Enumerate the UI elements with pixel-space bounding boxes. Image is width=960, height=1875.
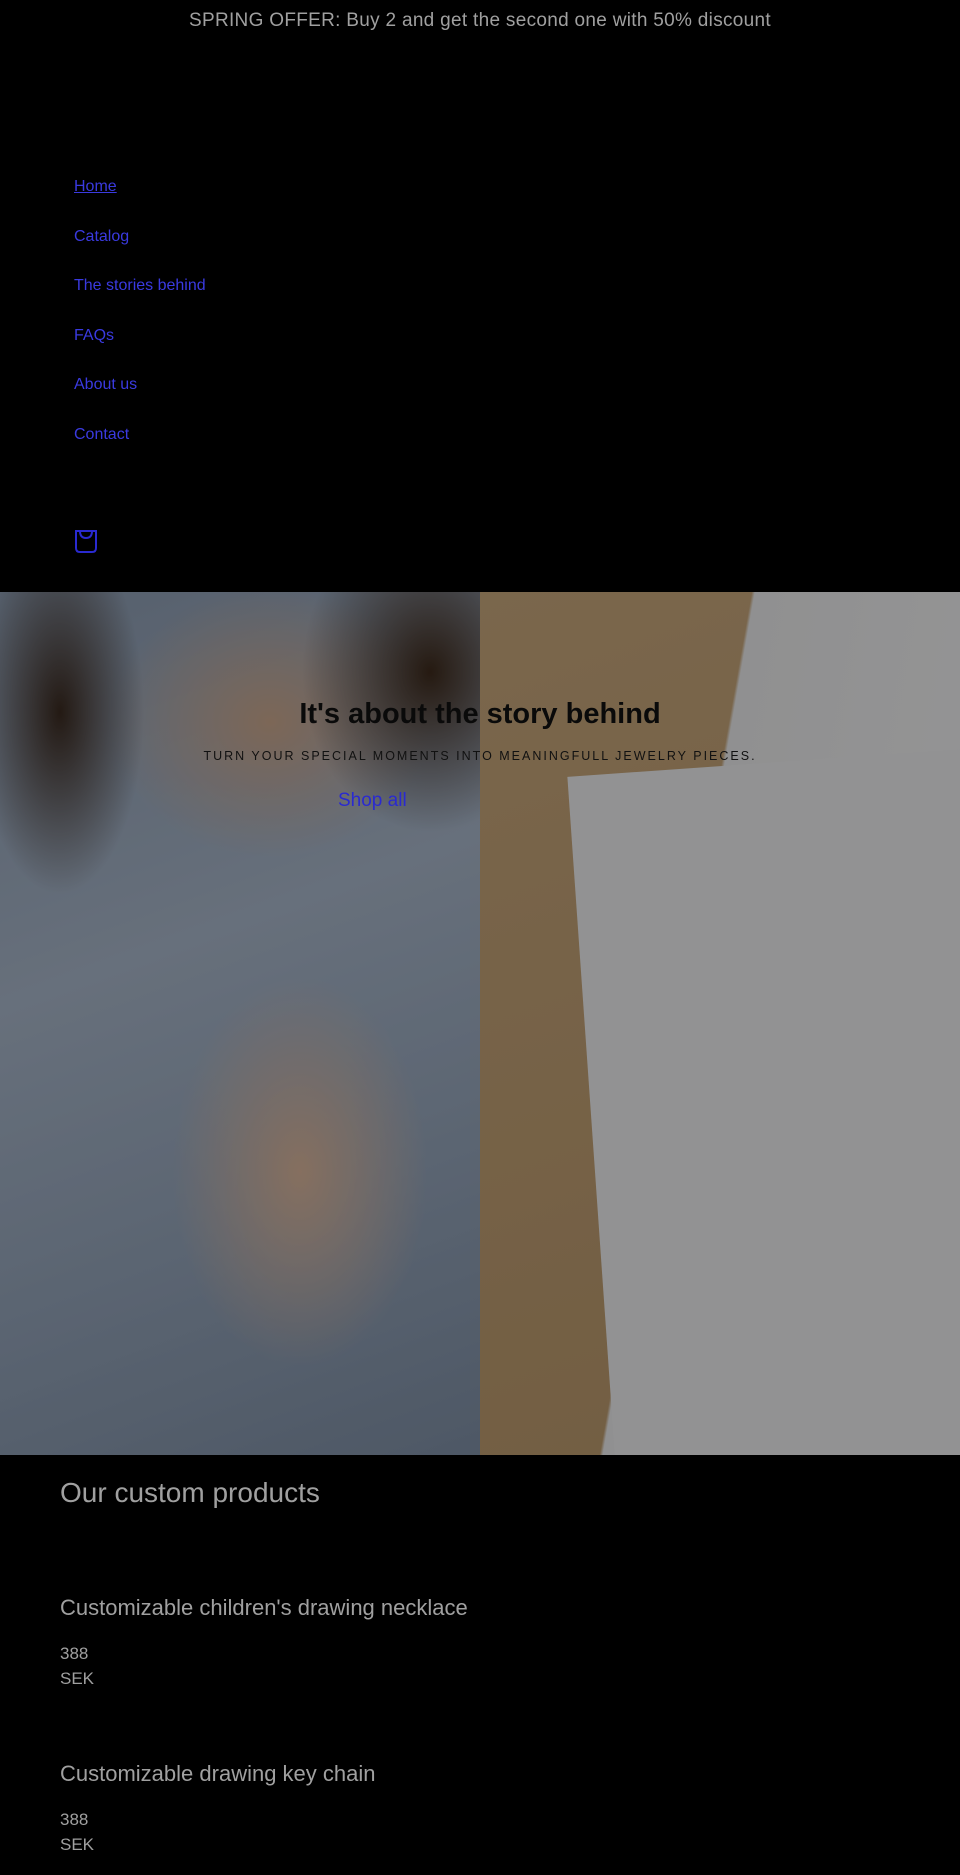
main-nav: Home Catalog The stories behind FAQs Abo… [74, 178, 206, 475]
products-section-title: Our custom products [60, 1477, 320, 1508]
product-card[interactable]: Customizable drawing key chain 388 SEK [60, 1761, 376, 1857]
shopping-bag-icon [75, 530, 97, 553]
nav-contact[interactable]: Contact [74, 426, 129, 443]
product-currency: SEK [60, 1835, 95, 1854]
announcement-bar: SPRING OFFER: Buy 2 and get the second o… [189, 10, 771, 31]
product-name[interactable]: Customizable children's drawing necklace [60, 1595, 468, 1621]
shop-all-link[interactable]: Shop all [338, 790, 407, 812]
nav-faqs[interactable]: FAQs [74, 327, 114, 344]
nav-catalog[interactable]: Catalog [74, 228, 129, 245]
nav-stories[interactable]: The stories behind [74, 277, 206, 294]
hero-subtitle: TURN YOUR SPECIAL MOMENTS INTO MEANINGFU… [203, 749, 757, 763]
product-name[interactable]: Customizable drawing key chain [60, 1761, 376, 1787]
nav-about[interactable]: About us [74, 376, 137, 393]
nav-home[interactable]: Home [74, 178, 117, 195]
product-card[interactable]: Customizable children's drawing necklace… [60, 1595, 468, 1691]
product-price: 388 [60, 1644, 89, 1663]
product-price: 388 [60, 1810, 89, 1829]
hero-title: It's about the story behind [299, 698, 661, 730]
hero-banner: It's about the story behind TURN YOUR SP… [0, 592, 960, 1455]
cart-button[interactable] [74, 528, 98, 554]
product-currency: SEK [60, 1669, 95, 1688]
